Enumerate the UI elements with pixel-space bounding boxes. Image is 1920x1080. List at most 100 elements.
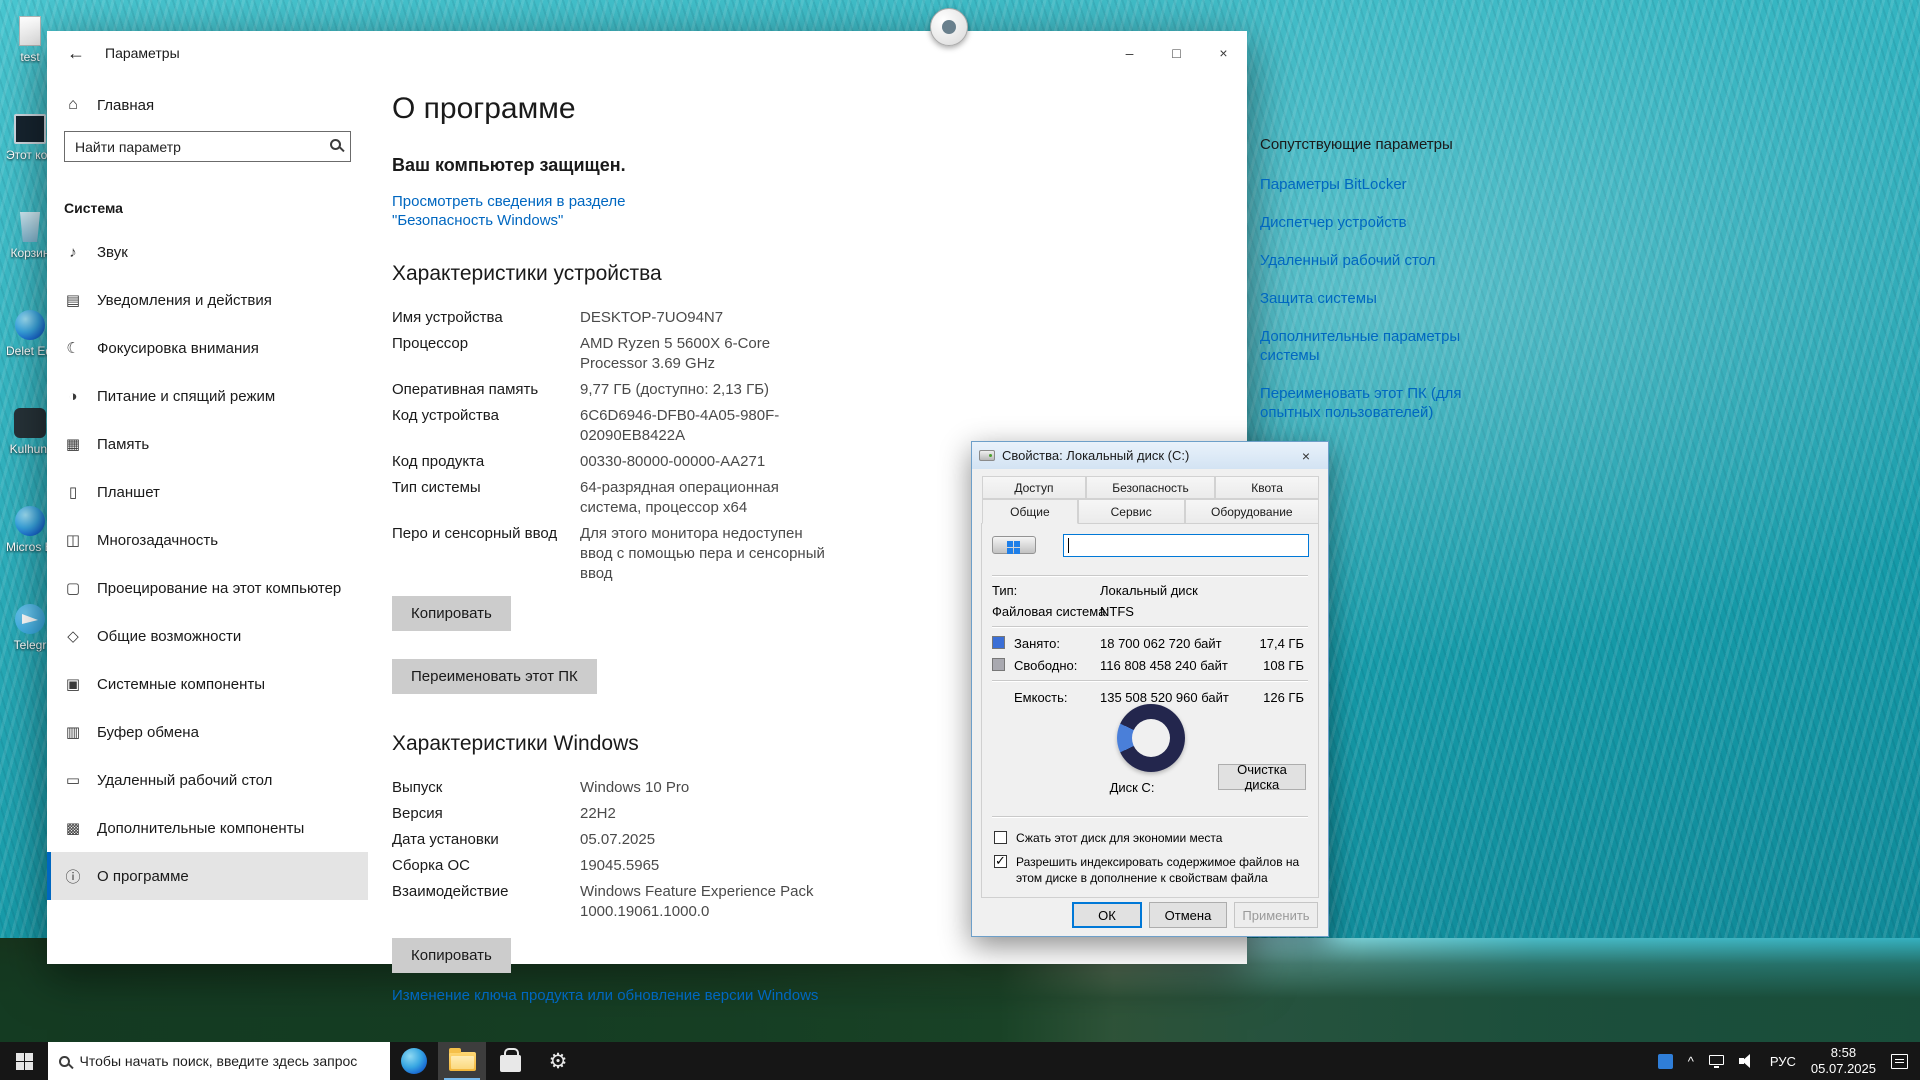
- spec-value: 19045.5965: [580, 857, 660, 874]
- spec-value: Windows Feature Experience Pack 1000.190…: [580, 883, 814, 920]
- close-icon: ×: [1301, 447, 1311, 464]
- checkbox-icon: [994, 831, 1007, 844]
- tray-date: 05.07.2025: [1810, 1061, 1876, 1076]
- sidebar-item-remote-desktop[interactable]: ▭ Удаленный рабочий стол: [47, 756, 368, 804]
- sidebar-item-label: Дополнительные компоненты: [97, 819, 305, 837]
- network-icon[interactable]: [1708, 1054, 1724, 1068]
- advanced-system-settings-link[interactable]: Дополнительные параметры системы: [1260, 327, 1510, 365]
- index-checkbox[interactable]: Разрешить индексировать содержимое файло…: [994, 853, 1308, 886]
- checkbox-label: Разрешить индексировать содержимое файло…: [1016, 855, 1300, 885]
- remote-desktop-link[interactable]: Удаленный рабочий стол: [1260, 251, 1510, 270]
- minimize-icon: –: [1125, 45, 1134, 61]
- rename-pc-button[interactable]: Переименовать этот ПК: [392, 659, 597, 694]
- store-icon: [499, 1048, 521, 1072]
- copy-windows-specs-button[interactable]: Копировать: [392, 938, 511, 973]
- clock[interactable]: 8:58 05.07.2025: [1811, 1045, 1876, 1077]
- spec-label: Тип системы: [392, 479, 481, 496]
- sidebar-item-optional-features[interactable]: ▩ Дополнительные компоненты: [47, 804, 368, 852]
- ok-button[interactable]: ОК: [1072, 902, 1142, 928]
- tab-hardware[interactable]: Оборудование: [1184, 499, 1319, 524]
- sidebar-item-about[interactable]: ⓘ О программе: [47, 852, 368, 900]
- floating-widget[interactable]: [930, 8, 968, 46]
- system-protection-link[interactable]: Защита системы: [1260, 289, 1510, 308]
- sidebar-item-clipboard[interactable]: ▥ Буфер обмена: [47, 708, 368, 756]
- close-button[interactable]: ×: [1200, 31, 1247, 75]
- tab-quota[interactable]: Квота: [1215, 476, 1319, 499]
- copy-device-specs-button[interactable]: Копировать: [392, 596, 511, 631]
- spec-value: 9,77 ГБ (доступно: 2,13 ГБ): [580, 381, 770, 398]
- taskbar-store-button[interactable]: [486, 1042, 534, 1080]
- language-indicator[interactable]: РУС: [1770, 1054, 1796, 1069]
- sidebar-item-notifications[interactable]: ▤ Уведомления и действия: [47, 276, 368, 324]
- bitlocker-link[interactable]: Параметры BitLocker: [1260, 175, 1510, 194]
- drive-icon-large: [992, 536, 1036, 554]
- cancel-button[interactable]: Отмена: [1149, 902, 1227, 928]
- minimize-button[interactable]: –: [1106, 31, 1153, 75]
- sidebar-item-multitasking[interactable]: ◫ Многозадачность: [47, 516, 368, 564]
- taskbar-search-input[interactable]: [79, 1053, 379, 1069]
- general-tab-page: Тип: Локальный диск Файловая система: NT…: [981, 523, 1319, 898]
- dialog-title: Свойства: Локальный диск (C:): [1002, 448, 1190, 463]
- power-sleep-icon: ◑: [68, 387, 78, 405]
- volume-label-input[interactable]: [1063, 534, 1309, 557]
- rename-pc-advanced-link[interactable]: Переименовать этот ПК (для опытных польз…: [1260, 384, 1510, 422]
- taskbar-search[interactable]: [48, 1042, 390, 1080]
- spec-label: Взаимодействие: [392, 883, 509, 900]
- disk-cleanup-button[interactable]: Очистка диска: [1218, 762, 1306, 792]
- separator: [992, 575, 1308, 577]
- sidebar-item-shared-experiences[interactable]: ◇ Общие возможности: [47, 612, 368, 660]
- drive-icon: [979, 450, 995, 461]
- tray-time: 8:58: [1830, 1045, 1857, 1060]
- dialog-close-button[interactable]: ×: [1291, 444, 1321, 467]
- start-button[interactable]: [0, 1042, 48, 1080]
- window-title: Параметры: [105, 45, 180, 61]
- sidebar-item-home[interactable]: ⌂ Главная: [47, 85, 368, 125]
- sidebar-item-label: Питание и спящий режим: [97, 387, 276, 405]
- dialog-titlebar: Свойства: Локальный диск (C:) ×: [972, 442, 1328, 469]
- sidebar-item-sound[interactable]: ♪ Звук: [47, 228, 368, 276]
- sidebar-item-label: Звук: [97, 243, 128, 261]
- sidebar-item-storage[interactable]: ▦ Память: [47, 420, 368, 468]
- tray-app-icon[interactable]: [1657, 1053, 1673, 1069]
- focus-assist-icon: ☾: [66, 340, 80, 357]
- file-icon: [19, 16, 41, 46]
- maximize-icon: □: [1172, 45, 1181, 61]
- settings-search-input[interactable]: [64, 131, 351, 162]
- spec-row: Дата установки 05.07.2025: [392, 830, 837, 850]
- edge-shortcut-icon: [15, 310, 45, 340]
- sidebar-item-power-sleep[interactable]: ◑ Питание и спящий режим: [47, 372, 368, 420]
- sidebar-item-tablet[interactable]: ▯ Планшет: [47, 468, 368, 516]
- tab-access[interactable]: Доступ: [982, 476, 1086, 499]
- change-product-key-link[interactable]: Изменение ключа продукта или обновление …: [392, 987, 818, 1004]
- spec-label: Версия: [392, 805, 443, 822]
- sidebar-item-focus-assist[interactable]: ☾ Фокусировка внимания: [47, 324, 368, 372]
- used-size: 17,4 ГБ: [1259, 636, 1304, 651]
- tablet-icon: ▯: [68, 484, 78, 501]
- taskbar-explorer-button[interactable]: [438, 1042, 486, 1080]
- recycle-bin-icon: [19, 212, 41, 242]
- action-center-icon[interactable]: [1891, 1053, 1908, 1069]
- taskbar-settings-button[interactable]: ⚙: [534, 1042, 582, 1080]
- back-button[interactable]: ←: [47, 31, 105, 75]
- sidebar-item-system-components[interactable]: ▣ Системные компоненты: [47, 660, 368, 708]
- multitasking-icon: ◫: [65, 532, 81, 549]
- spec-value: 22H2: [580, 805, 616, 822]
- taskbar-edge-button[interactable]: [390, 1042, 438, 1080]
- tab-security[interactable]: Безопасность: [1085, 476, 1216, 499]
- security-details-link[interactable]: Просмотреть сведения в разделе "Безопасн…: [392, 192, 722, 230]
- tray-expand-caret[interactable]: ^: [1688, 1054, 1694, 1069]
- free-bytes: 116 808 458 240 байт: [1100, 658, 1228, 673]
- related-settings: Сопутствующие параметры Параметры BitLoc…: [1260, 136, 1530, 441]
- maximize-button[interactable]: □: [1153, 31, 1200, 75]
- spec-label: Оперативная память: [392, 381, 539, 398]
- sidebar-item-projecting[interactable]: ▢ Проецирование на этот компьютер: [47, 564, 368, 612]
- device-manager-link[interactable]: Диспетчер устройств: [1260, 213, 1510, 232]
- tab-general[interactable]: Общие: [982, 499, 1078, 524]
- volume-icon[interactable]: [1738, 1054, 1755, 1068]
- spec-value: 64-разрядная операционная система, проце…: [580, 479, 779, 516]
- apply-button[interactable]: Применить: [1234, 902, 1318, 928]
- tab-tools[interactable]: Сервис: [1077, 499, 1185, 524]
- spec-row: Перо и сенсорный ввод Для этого монитора …: [392, 524, 837, 584]
- compress-checkbox[interactable]: Сжать этот диск для экономии места: [994, 830, 1308, 846]
- type-label: Тип:: [992, 583, 1018, 598]
